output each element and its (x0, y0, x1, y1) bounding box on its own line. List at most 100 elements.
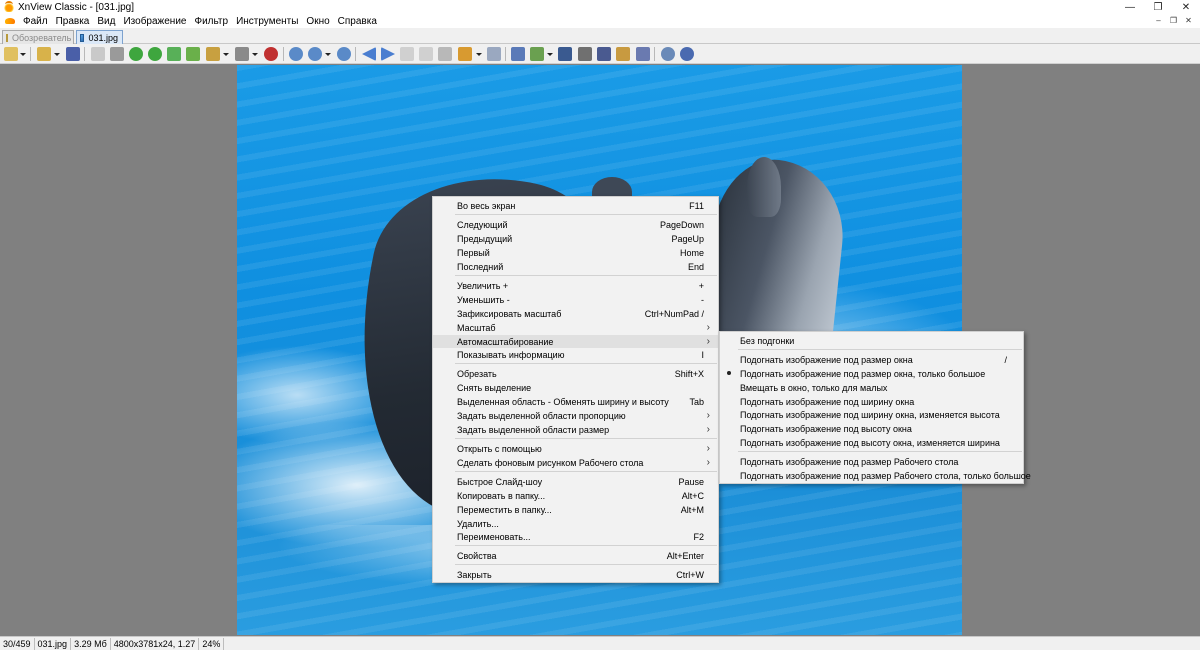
prev-icon[interactable] (362, 47, 376, 61)
mdi-close-icon[interactable]: ✕ (1183, 15, 1194, 26)
maximize-icon[interactable]: ❐ (1144, 0, 1172, 14)
next-icon[interactable] (381, 47, 395, 61)
submenu-item-fit-height-width[interactable]: Подогнать изображение под высоту окна, и… (720, 436, 1023, 449)
tab-browser[interactable]: Обозреватель (2, 30, 74, 44)
rotate-left-icon[interactable] (129, 47, 143, 61)
scanner-icon[interactable] (597, 47, 611, 61)
open-folder-icon[interactable] (37, 47, 51, 61)
batch-convert-dropdown-icon[interactable] (547, 53, 553, 56)
layout-icon[interactable] (4, 47, 18, 61)
menu-item-fullscreen[interactable]: Во весь экран F11 (433, 199, 718, 212)
minimize-icon[interactable]: — (1116, 0, 1144, 14)
layout-dropdown-icon[interactable] (20, 53, 26, 56)
menu-separator (455, 363, 717, 364)
submenu-item-fit-window[interactable]: Подогнать изображение под размер окна / (720, 353, 1023, 366)
capture-icon[interactable] (636, 47, 650, 61)
menu-item-selection-ratio[interactable]: Задать выделенной области пропорцию › (433, 409, 718, 422)
save-icon[interactable] (66, 47, 80, 61)
mdi-minimize-icon[interactable]: – (1153, 15, 1164, 26)
submenu-item-fit-small[interactable]: Вмещать в окно, только для малых (720, 381, 1023, 394)
submenu-item-fit-window-large[interactable]: Подогнать изображение под размер окна, т… (720, 367, 1023, 380)
menu-item-zoom-in[interactable]: Увеличить + + (433, 279, 718, 292)
fullscreen-icon[interactable] (487, 47, 501, 61)
menu-image[interactable]: Изображение (119, 16, 190, 27)
menu-filter[interactable]: Фильтр (190, 16, 232, 27)
menu-item-deselect[interactable]: Снять выделение (433, 381, 718, 394)
menu-item-autozoom[interactable]: Автомасштабирование › (433, 335, 718, 348)
submenu-item-fit-width[interactable]: Подогнать изображение под ширину окна (720, 395, 1023, 408)
menu-item-swap-selection[interactable]: Выделенная область - Обменять ширину и в… (433, 395, 718, 408)
info-icon[interactable] (680, 47, 694, 61)
print-preview-icon[interactable] (91, 47, 105, 61)
menu-item-move-to[interactable]: Переместить в папку... Alt+M (433, 503, 718, 516)
toolbar (0, 44, 1200, 64)
slideshow-icon[interactable] (438, 47, 452, 61)
menu-item-close[interactable]: Закрыть Ctrl+W (433, 568, 718, 581)
menu-separator (455, 275, 717, 276)
menu-item-previous[interactable]: Предыдущий PageUp (433, 232, 718, 245)
menu-item-slideshow[interactable]: Быстрое Слайд-шоу Pause (433, 475, 718, 488)
menu-tools[interactable]: Инструменты (232, 16, 302, 27)
menu-item-zoom[interactable]: Масштаб › (433, 321, 718, 334)
menu-help[interactable]: Справка (334, 16, 381, 27)
menu-item-last[interactable]: Последний End (433, 260, 718, 273)
zoom-dropdown-icon[interactable] (325, 53, 331, 56)
crop-icon[interactable] (110, 47, 124, 61)
menu-item-lock-zoom[interactable]: Зафиксировать масштаб Ctrl+NumPad / (433, 307, 718, 320)
batch-dropdown-icon[interactable] (223, 53, 229, 56)
batch-icon[interactable] (206, 47, 220, 61)
zoom-icon[interactable] (308, 47, 322, 61)
menu-item-delete[interactable]: Удалить... (433, 517, 718, 530)
menu-item-properties[interactable]: Свойства Alt+Enter (433, 549, 718, 562)
printer-icon[interactable] (578, 47, 592, 61)
rotate-right-icon[interactable] (148, 47, 162, 61)
menu-item-copy-to[interactable]: Копировать в папку... Alt+C (433, 489, 718, 502)
submenu-item-label: Подогнать изображение под размер окна (740, 354, 913, 365)
color-dropdown-icon[interactable] (252, 53, 258, 56)
menu-window[interactable]: Окно (302, 16, 333, 27)
submenu-item-label: Подогнать изображение под ширину окна (740, 396, 915, 407)
menu-item-set-wallpaper[interactable]: Сделать фоновым рисунком Рабочего стола › (433, 456, 718, 469)
export-icon[interactable] (186, 47, 200, 61)
screen-dropdown-icon[interactable] (476, 53, 482, 56)
menu-item-next[interactable]: Следующий PageDown (433, 218, 718, 231)
submenu-item-no-fit[interactable]: Без подгонки (720, 334, 1023, 347)
first-icon[interactable] (400, 47, 414, 61)
menu-item-first[interactable]: Первый Home (433, 246, 718, 259)
menu-item-label: Автомасштабирование (457, 336, 554, 347)
binoculars-icon[interactable] (558, 47, 572, 61)
menu-item-open-with[interactable]: Открыть с помощью › (433, 442, 718, 455)
submenu-item-fit-desktop-large[interactable]: Подогнать изображение под размер Рабочег… (720, 469, 1031, 482)
submenu-item-fit-width-height[interactable]: Подогнать изображение под ширину окна, и… (720, 408, 1023, 421)
menu-logo-icon[interactable] (5, 16, 15, 26)
color-icon[interactable] (235, 47, 249, 61)
submenu-item-fit-desktop[interactable]: Подогнать изображение под размер Рабочег… (720, 455, 1023, 468)
menu-item-label: Обрезать (457, 368, 497, 379)
menu-item-selection-size[interactable]: Задать выделенной области размер › (433, 423, 718, 436)
menu-item-label: Последний (457, 261, 504, 272)
zoom-in-icon[interactable] (289, 47, 303, 61)
screen-icon[interactable] (458, 47, 472, 61)
menu-item-zoom-out[interactable]: Уменьшить - - (433, 293, 718, 306)
close-icon[interactable]: ✕ (1172, 0, 1200, 14)
menu-item-label: Сделать фоновым рисунком Рабочего стола (457, 457, 644, 468)
tab-image[interactable]: 031.jpg (76, 30, 123, 44)
batch-convert-icon[interactable] (530, 47, 544, 61)
mdi-restore-icon[interactable]: ❐ (1168, 15, 1179, 26)
open-dropdown-icon[interactable] (54, 53, 60, 56)
menu-view[interactable]: Вид (93, 16, 119, 27)
submenu-item-label: Подогнать изображение под высоту окна (740, 423, 912, 434)
wallpaper-icon[interactable] (616, 47, 630, 61)
zoom-out-icon[interactable] (337, 47, 351, 61)
menu-item-show-info[interactable]: Показывать информацию I (433, 348, 718, 361)
menu-edit[interactable]: Правка (52, 16, 94, 27)
convert-icon[interactable] (511, 47, 525, 61)
submenu-item-fit-height[interactable]: Подогнать изображение под высоту окна (720, 422, 1023, 435)
menu-item-rename[interactable]: Переименовать... F2 (433, 530, 718, 543)
effects-icon[interactable] (264, 47, 278, 61)
menu-file[interactable]: Файл (19, 16, 52, 27)
settings-icon[interactable] (661, 47, 675, 61)
menu-item-crop[interactable]: Обрезать Shift+X (433, 367, 718, 380)
adjust-icon[interactable] (167, 47, 181, 61)
last-icon[interactable] (419, 47, 433, 61)
